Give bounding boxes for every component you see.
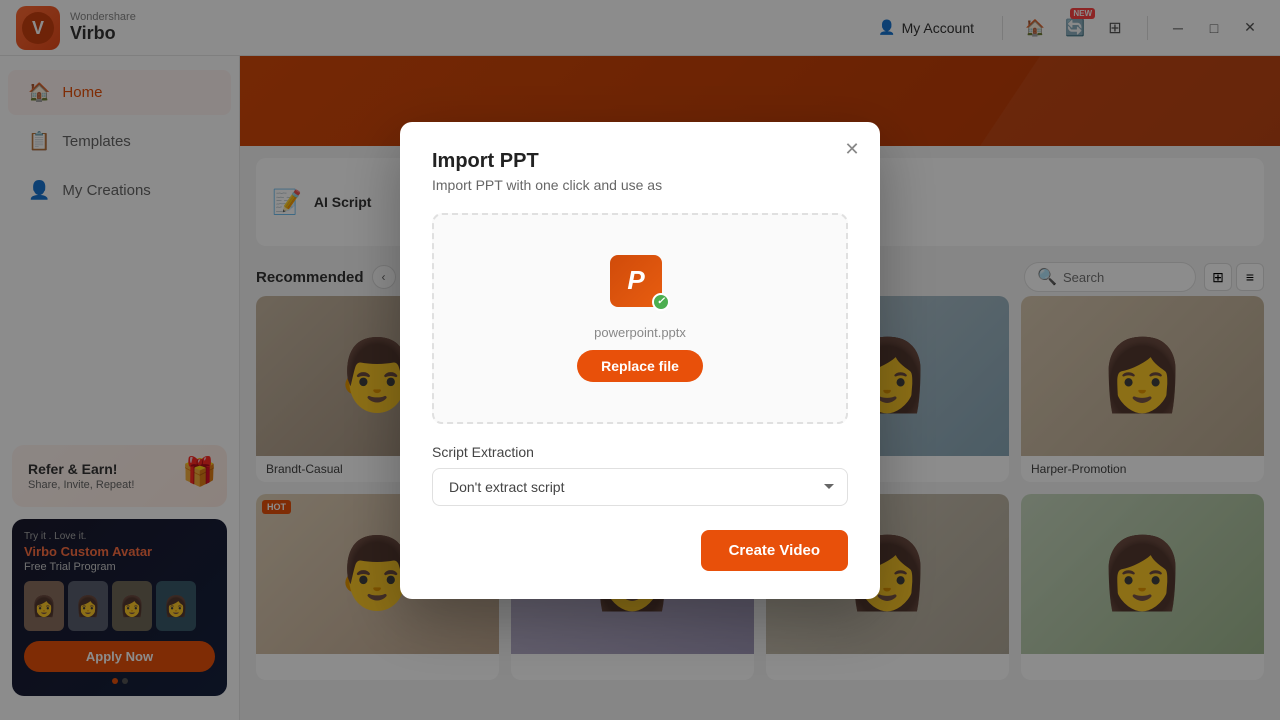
ppt-drop-zone[interactable]: P ✓ powerpoint.pptx Replace file	[432, 213, 848, 424]
modal-title: Import PPT	[432, 150, 848, 173]
replace-file-button[interactable]: Replace file	[577, 350, 703, 382]
ppt-icon-main: P ✓	[610, 255, 662, 307]
ppt-check-icon: ✓	[652, 293, 670, 311]
modal-close-button[interactable]: ✕	[838, 136, 866, 164]
modal-actions: Create Video	[432, 530, 848, 571]
ppt-icon-container: P ✓	[610, 255, 670, 315]
modal-overlay[interactable]: ✕ Import PPT Import PPT with one click a…	[0, 0, 1280, 720]
script-extraction-label: Script Extraction	[432, 444, 848, 460]
modal-subtitle: Import PPT with one click and use as	[432, 177, 848, 193]
ppt-filename: powerpoint.pptx	[594, 325, 686, 340]
close-icon: ✕	[844, 139, 859, 160]
script-extraction-select[interactable]: Don't extract script Extract script	[432, 468, 848, 506]
import-ppt-modal: ✕ Import PPT Import PPT with one click a…	[400, 122, 880, 599]
create-video-button[interactable]: Create Video	[701, 530, 848, 571]
